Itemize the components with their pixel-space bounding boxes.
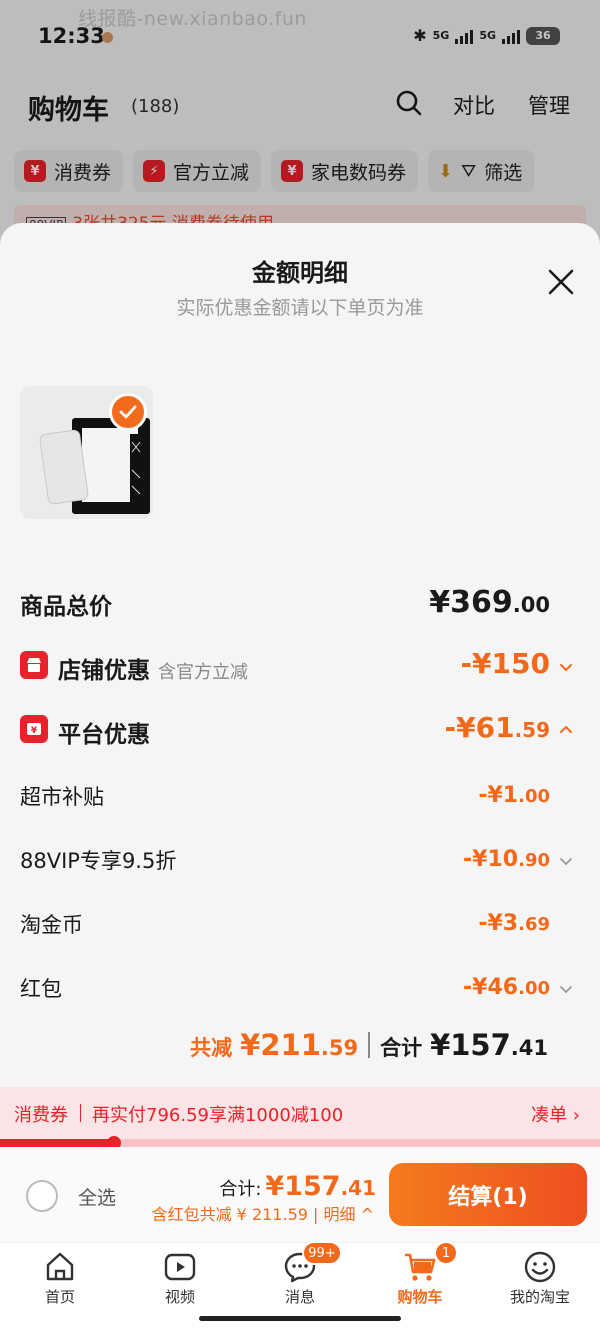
- chevron-down-icon[interactable]: [558, 659, 574, 675]
- chevron-up-icon[interactable]: [558, 721, 574, 737]
- checkout-total-label: 合计:: [219, 1179, 262, 1200]
- row-amount: -¥150: [460, 647, 550, 680]
- tab-label: 购物车: [397, 1288, 443, 1306]
- tab-home[interactable]: 首页: [0, 1243, 120, 1313]
- checkout-total-int: ¥157: [265, 1171, 341, 1202]
- row-amount: -¥46.00: [463, 975, 550, 1000]
- chevron-down-icon[interactable]: [558, 853, 574, 869]
- row-red-packet[interactable]: 红包 -¥46.00: [20, 971, 580, 1007]
- discount-detail-toggle[interactable]: 含红包共减 ¥ 211.59 | 明细 ^: [152, 1201, 374, 1225]
- home-indicator[interactable]: [199, 1316, 401, 1321]
- coupon-icon: ¥: [20, 715, 48, 743]
- sheet-title: 金额明细: [252, 259, 348, 287]
- checkout-total: 合计: ¥157 .41: [219, 1171, 376, 1202]
- tab-profile[interactable]: 我的淘宝: [480, 1243, 600, 1313]
- saved-amount-dec: .59: [320, 1036, 359, 1060]
- progress-fill: [0, 1139, 114, 1147]
- row-label: 店铺优惠 含官方立减: [58, 658, 248, 684]
- cart-icon: [405, 1253, 436, 1281]
- profile-icon: [524, 1251, 556, 1283]
- row-supermarket-subsidy: 超市补贴 -¥1.00: [20, 779, 580, 815]
- row-label: 超市补贴: [20, 785, 104, 809]
- coupon-progress-bar: [0, 1136, 600, 1150]
- checkout-bar: 全选 合计: ¥157 .41 含红包共减 ¥ 211.59 | 明细 ^ 结算…: [0, 1147, 600, 1242]
- sheet-subtitle: 实际优惠金额请以下单页为准: [176, 297, 424, 319]
- checkout-total-dec: .41: [340, 1176, 376, 1200]
- close-icon[interactable]: [546, 267, 576, 297]
- select-all-checkbox[interactable]: [26, 1180, 58, 1212]
- row-label: 红包: [20, 977, 62, 1001]
- divider: [368, 1032, 371, 1058]
- tab-messages[interactable]: 99+ 消息: [240, 1241, 360, 1313]
- row-label: 商品总价: [20, 594, 112, 620]
- shop-icon: [20, 651, 48, 679]
- row-amount: -¥61.59: [444, 711, 550, 744]
- row-vip-discount[interactable]: 88VIP专享9.5折 -¥10.90: [20, 843, 580, 879]
- checkout-button[interactable]: 结算(1): [389, 1163, 587, 1226]
- row-gold-coins: 淘金币 -¥3.69: [20, 907, 580, 943]
- saved-amount-int: ¥211: [240, 1028, 321, 1062]
- row-amount: -¥3.69: [478, 911, 550, 936]
- tab-video[interactable]: 视频: [120, 1243, 240, 1313]
- chevron-down-icon[interactable]: [558, 981, 574, 997]
- price-detail-sheet: 金额明细 实际优惠金额请以下单页为准 商品总价 ¥369.00 店铺优惠 含官方立…: [0, 223, 600, 1093]
- total-amount-dec: .41: [510, 1036, 548, 1060]
- row-note: 含官方立减: [158, 662, 248, 683]
- row-total-price: 商品总价 ¥369.00: [20, 583, 580, 623]
- selected-check-icon[interactable]: [109, 393, 147, 431]
- summary-line: 共减 ¥211 .59 合计 ¥157 .41: [190, 1028, 548, 1062]
- row-amount: ¥369.00: [429, 585, 550, 620]
- row-label: 88VIP专享9.5折: [20, 849, 177, 873]
- coupon-text: 再实付796.59享满1000减100: [92, 1105, 344, 1126]
- saved-label: 共减: [190, 1036, 233, 1060]
- select-all-label[interactable]: 全选: [78, 1183, 116, 1210]
- home-icon: [46, 1252, 74, 1281]
- coupon-progress-strip[interactable]: 消费券 再实付796.59享满1000减100 凑单 ›: [0, 1087, 600, 1139]
- message-badge: 99+: [302, 1241, 342, 1265]
- divider: [80, 1104, 81, 1122]
- cart-badge: 1: [434, 1241, 458, 1265]
- tab-label: 消息: [284, 1288, 315, 1306]
- row-label: 平台优惠: [58, 722, 150, 748]
- row-label: 淘金币: [20, 913, 83, 937]
- total-label: 合计: [380, 1036, 423, 1060]
- svg-text:¥: ¥: [31, 726, 38, 736]
- overlay-dim[interactable]: [0, 0, 600, 260]
- tab-cart[interactable]: 1 购物车: [360, 1241, 480, 1313]
- add-items-link[interactable]: 凑单 ›: [531, 1101, 580, 1127]
- video-icon: [164, 1253, 196, 1281]
- tab-label: 首页: [44, 1288, 75, 1306]
- row-amount: -¥10.90: [463, 847, 550, 872]
- tab-label: 我的淘宝: [509, 1288, 570, 1306]
- cart-page-background: 12:33 线报酷-new.xianbao.fun ✱ 5G 5G 36 购物车…: [0, 0, 600, 260]
- row-amount: -¥1.00: [478, 783, 550, 808]
- row-platform-discount[interactable]: ¥ 平台优惠 -¥61.59: [20, 711, 580, 751]
- total-amount-int: ¥157: [430, 1028, 511, 1062]
- tab-label: 视频: [164, 1288, 195, 1306]
- coupon-tag: 消费券: [14, 1105, 68, 1126]
- row-shop-discount[interactable]: 店铺优惠 含官方立减 -¥150: [20, 647, 580, 687]
